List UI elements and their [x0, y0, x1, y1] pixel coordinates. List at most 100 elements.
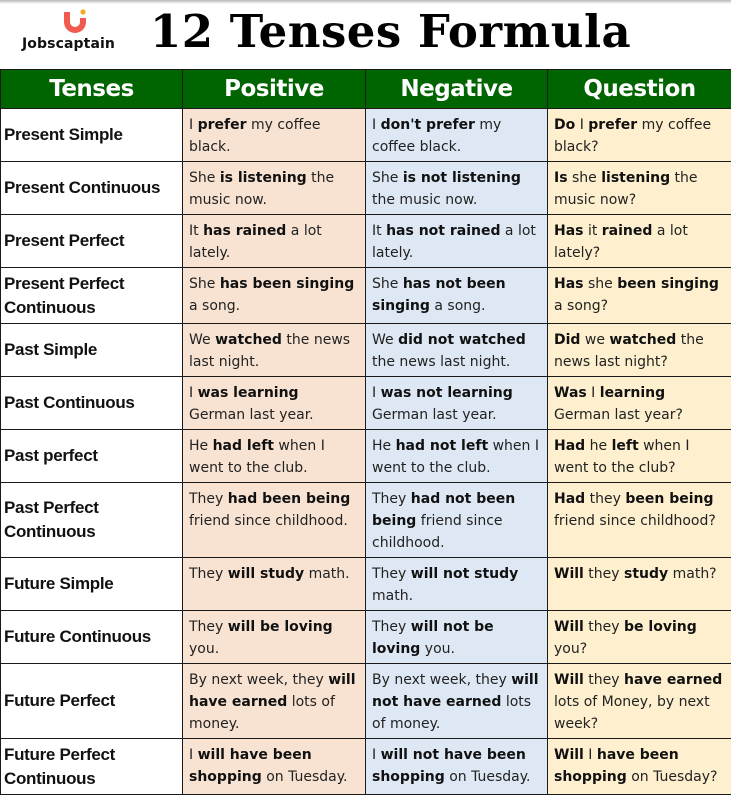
header-positive: Positive: [183, 70, 366, 109]
sentence-text: I: [587, 385, 600, 401]
verb-form: watched: [215, 332, 282, 348]
positive-example: She has been singing a song.: [183, 268, 366, 324]
sentence-text: We: [372, 332, 398, 348]
negative-example: It has not rained a lot lately.: [366, 215, 548, 268]
sentence-text: I: [189, 747, 198, 763]
sentence-text: They: [189, 566, 228, 582]
verb-form: don't prefer: [381, 117, 475, 133]
verb-form: Do: [554, 117, 575, 133]
positive-example: I was learning German last year.: [183, 377, 366, 430]
sentence-text: it: [584, 223, 602, 239]
verb-form: prefer: [198, 117, 247, 133]
positive-example: It has rained a lot lately.: [183, 215, 366, 268]
tense-name: Present Perfect: [1, 215, 183, 268]
negative-example: I will not have been shopping on Tuesday…: [366, 739, 548, 795]
verb-form: Had: [554, 438, 585, 454]
question-example: Has it rained a lot lately?: [548, 215, 731, 268]
verb-form: Will: [554, 619, 584, 635]
verb-form: watched: [609, 332, 676, 348]
sentence-text: They: [372, 491, 411, 507]
verb-form: prefer: [588, 117, 637, 133]
verb-form: has not rained: [386, 223, 500, 239]
negative-example: They had not been being friend since chi…: [366, 483, 548, 558]
verb-form: rained: [602, 223, 653, 239]
tense-name: Past Simple: [1, 324, 183, 377]
sentence-text: He: [372, 438, 396, 454]
tense-name: Past Perfect Continuous: [1, 483, 183, 558]
question-example: Had he left when I went to the club?: [548, 430, 731, 483]
question-example: Is she listening the music now?: [548, 162, 731, 215]
positive-example: They had been being friend since childho…: [183, 483, 366, 558]
verb-form: Is: [554, 170, 568, 186]
negative-example: They will not be loving you.: [366, 611, 548, 664]
verb-form: had left: [213, 438, 274, 454]
negative-example: I don't prefer my coffee black.: [366, 109, 548, 162]
tense-name: Past Continuous: [1, 377, 183, 430]
sentence-text: friend since childhood?: [554, 513, 716, 529]
table-row: Present ContinuousShe is listening the m…: [1, 162, 731, 215]
sentence-text: a song?: [554, 298, 608, 314]
sentence-text: on Tuesday.: [445, 769, 531, 785]
sentence-text: on Tuesday.: [262, 769, 348, 785]
sentence-text: they: [584, 672, 624, 688]
verb-form: was learning: [198, 385, 299, 401]
verb-form: has rained: [203, 223, 286, 239]
negative-example: He had not left when I went to the club.: [366, 430, 548, 483]
sentence-text: German last year.: [189, 407, 314, 423]
negative-example: By next week, they will not have earned …: [366, 664, 548, 739]
table-row: Future ContinuousThey will be loving you…: [1, 611, 731, 664]
table-row: Past perfectHe had left when I went to t…: [1, 430, 731, 483]
verb-form: is not listening: [403, 170, 521, 186]
positive-example: He had left when I went to the club.: [183, 430, 366, 483]
brand-name: Jobscaptain: [22, 36, 115, 52]
sentence-text: German last year?: [554, 407, 683, 423]
sentence-text: you?: [554, 641, 587, 657]
table-row: Past ContinuousI was learning German las…: [1, 377, 731, 430]
sentence-text: By next week, they: [189, 672, 328, 688]
jobscaptain-logo-icon: [60, 8, 90, 36]
sentence-text: math.: [304, 566, 349, 582]
sentence-text: I: [372, 747, 381, 763]
sentence-text: I: [575, 117, 588, 133]
positive-example: I will have been shopping on Tuesday.: [183, 739, 366, 795]
question-example: Will they be loving you?: [548, 611, 731, 664]
question-example: Has she been singing a song?: [548, 268, 731, 324]
table-row: Present PerfectIt has rained a lot latel…: [1, 215, 731, 268]
positive-example: I prefer my coffee black.: [183, 109, 366, 162]
verb-form: learning: [600, 385, 665, 401]
positive-example: She is listening the music now.: [183, 162, 366, 215]
negative-example: They will not study math.: [366, 558, 548, 611]
tense-name: Present Perfect Continuous: [1, 268, 183, 324]
table-row: Past SimpleWe watched the news last nigh…: [1, 324, 731, 377]
tense-name: Future Simple: [1, 558, 183, 611]
positive-example: They will be loving you.: [183, 611, 366, 664]
verb-form: study: [624, 566, 668, 582]
sentence-text: they: [585, 491, 625, 507]
table-row: Past Perfect ContinuousThey had been bei…: [1, 483, 731, 558]
verb-form: Has: [554, 276, 584, 292]
sentence-text: It: [189, 223, 203, 239]
sentence-text: I: [189, 385, 198, 401]
sentence-text: It: [372, 223, 386, 239]
sentence-text: she: [584, 276, 618, 292]
tense-name: Future Perfect Continuous: [1, 739, 183, 795]
sentence-text: lots of Money, by next week?: [554, 694, 710, 732]
sentence-text: They: [372, 566, 411, 582]
brand: Jobscaptain: [20, 6, 130, 54]
sentence-text: They: [372, 619, 411, 635]
verb-form: had been being: [228, 491, 350, 507]
question-example: Had they been being friend since childho…: [548, 483, 731, 558]
sentence-text: She: [189, 276, 220, 292]
sentence-text: They: [189, 619, 228, 635]
verb-form: been being: [625, 491, 713, 507]
sentence-text: friend since childhood.: [189, 513, 348, 529]
verb-form: is listening: [220, 170, 307, 186]
verb-form: been singing: [617, 276, 719, 292]
sentence-text: he: [585, 438, 611, 454]
question-example: Will they have earned lots of Money, by …: [548, 664, 731, 739]
sentence-text: math?: [668, 566, 716, 582]
sentence-text: you.: [189, 641, 219, 657]
sentence-text: she: [568, 170, 602, 186]
sentence-text: a song.: [430, 298, 486, 314]
tense-name: Future Perfect: [1, 664, 183, 739]
